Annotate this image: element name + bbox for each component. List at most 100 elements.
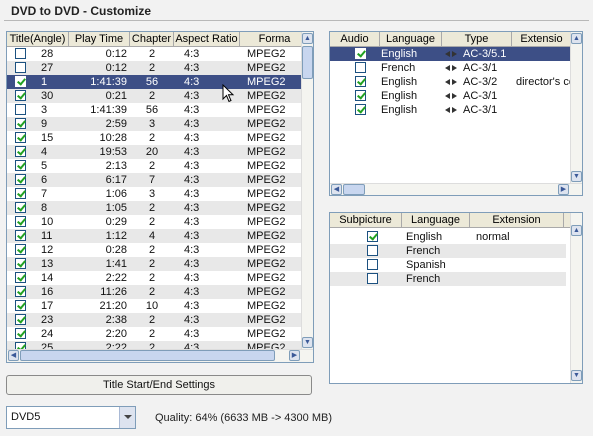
audio-horizontal-scrollbar[interactable]: ◀ ▶: [330, 183, 582, 195]
title-checkbox[interactable]: [15, 188, 26, 199]
title-checkbox[interactable]: [15, 90, 26, 101]
table-row[interactable]: English normal: [330, 230, 566, 244]
title-checkbox[interactable]: [15, 160, 26, 171]
table-row[interactable]: English AC-3/1: [330, 89, 570, 103]
arrow-left-icon[interactable]: ◀: [8, 350, 19, 361]
column-header[interactable]: Subpicture: [330, 213, 402, 227]
table-row[interactable]: 24 2:20 2 4:3 MPEG2: [7, 327, 301, 341]
column-header[interactable]: Extensio: [512, 32, 572, 46]
table-row[interactable]: 7 1:06 3 4:3 MPEG2: [7, 187, 301, 201]
column-header[interactable]: Language: [380, 32, 442, 46]
arrow-down-icon[interactable]: ▼: [302, 337, 313, 348]
table-row[interactable]: 4 19:53 20 4:3 MPEG2: [7, 145, 301, 159]
table-row[interactable]: 15 10:28 2 4:3 MPEG2: [7, 131, 301, 145]
table-row[interactable]: Spanish: [330, 258, 566, 272]
table-row[interactable]: English AC-3/2 director's co: [330, 75, 570, 89]
table-row[interactable]: 14 2:22 2 4:3 MPEG2: [7, 271, 301, 285]
audio-hscroll-thumb[interactable]: [343, 184, 365, 195]
titles-scroll-thumb[interactable]: [302, 46, 313, 79]
title-checkbox[interactable]: [15, 62, 26, 73]
titles-vertical-scrollbar[interactable]: ▲ ▼: [301, 32, 313, 350]
table-row[interactable]: 6 6:17 7 4:3 MPEG2: [7, 173, 301, 187]
title-checkbox[interactable]: [15, 328, 26, 339]
subpicture-table[interactable]: Subpicture Language Extension English norma…: [329, 212, 583, 384]
arrow-up-icon[interactable]: ▲: [571, 225, 582, 236]
table-row[interactable]: French AC-3/1: [330, 61, 570, 75]
arrow-right-icon[interactable]: ▶: [558, 184, 569, 195]
table-row[interactable]: 28 0:12 2 4:3 MPEG2: [7, 47, 301, 61]
title-checkbox[interactable]: [15, 300, 26, 311]
arrow-right-icon[interactable]: ▶: [289, 350, 300, 361]
title-checkbox[interactable]: [15, 118, 26, 129]
column-header[interactable]: Extension: [470, 213, 564, 227]
title-checkbox[interactable]: [15, 146, 26, 157]
table-row[interactable]: 17 21:20 10 4:3 MPEG2: [7, 299, 301, 313]
table-row[interactable]: 10 0:29 2 4:3 MPEG2: [7, 215, 301, 229]
subpicture-vertical-scrollbar[interactable]: ▲ ▼: [570, 213, 582, 383]
table-row[interactable]: 3 1:41:39 56 4:3 MPEG2: [7, 103, 301, 117]
titles-table[interactable]: Title(Angle) Play Time Chapter Aspect Ratio…: [6, 31, 314, 363]
title-checkbox[interactable]: [15, 244, 26, 255]
title-checkbox[interactable]: [15, 76, 26, 87]
title-checkbox[interactable]: [15, 258, 26, 269]
target-size-select[interactable]: DVD5: [6, 406, 136, 429]
column-header[interactable]: Language: [402, 213, 470, 227]
column-header[interactable]: Type: [442, 32, 512, 46]
titles-horizontal-scrollbar[interactable]: ◀ ▶: [7, 349, 313, 362]
table-row[interactable]: English AC-3/1: [330, 103, 570, 117]
column-header[interactable]: Play Time: [69, 32, 130, 46]
chevron-down-icon[interactable]: [119, 407, 135, 428]
table-row[interactable]: 12 0:28 2 4:3 MPEG2: [7, 243, 301, 257]
subpicture-checkbox[interactable]: [367, 273, 378, 284]
arrow-up-icon[interactable]: ▲: [571, 33, 582, 44]
aspect-ratio: 4:3: [184, 216, 200, 228]
title-checkbox[interactable]: [15, 174, 26, 185]
play-time: 2:22: [105, 272, 127, 284]
title-start-end-settings-button[interactable]: Title Start/End Settings: [6, 375, 312, 395]
table-row[interactable]: French: [330, 272, 566, 286]
table-row[interactable]: 1 1:41:39 56 4:3 MPEG2: [7, 75, 301, 89]
title-checkbox[interactable]: [15, 286, 26, 297]
audio-language: English: [381, 90, 418, 102]
audio-vertical-scrollbar[interactable]: ▲ ▼: [570, 32, 582, 183]
title-checkbox[interactable]: [15, 314, 26, 325]
table-row[interactable]: 8 1:05 2 4:3 MPEG2: [7, 201, 301, 215]
audio-checkbox[interactable]: [355, 90, 366, 101]
title-checkbox[interactable]: [15, 230, 26, 241]
arrow-up-icon[interactable]: ▲: [302, 33, 313, 44]
titles-hscroll-thumb[interactable]: [20, 350, 275, 361]
arrow-left-icon[interactable]: ◀: [331, 184, 342, 195]
table-row[interactable]: 16 11:26 2 4:3 MPEG2: [7, 285, 301, 299]
table-row[interactable]: 30 0:21 2 4:3 MPEG2: [7, 89, 301, 103]
subpicture-checkbox[interactable]: [367, 231, 378, 242]
column-header[interactable]: Title(Angle): [7, 32, 69, 46]
title-checkbox[interactable]: [15, 216, 26, 227]
audio-checkbox[interactable]: [355, 76, 366, 87]
subpicture-checkbox[interactable]: [367, 245, 378, 256]
title-checkbox[interactable]: [15, 272, 26, 283]
audio-table[interactable]: Audio Language Type Extensio English AC-3/5.…: [329, 31, 583, 196]
table-row[interactable]: 5 2:13 2 4:3 MPEG2: [7, 159, 301, 173]
audio-checkbox[interactable]: [355, 48, 366, 59]
column-header[interactable]: Chapter: [130, 32, 174, 46]
title-checkbox[interactable]: [15, 202, 26, 213]
table-row[interactable]: French: [330, 244, 566, 258]
table-row[interactable]: English AC-3/5.1: [330, 47, 570, 61]
audio-checkbox[interactable]: [355, 104, 366, 115]
title-checkbox[interactable]: [15, 132, 26, 143]
title-checkbox[interactable]: [15, 48, 26, 59]
title-checkbox[interactable]: [15, 104, 26, 115]
audio-checkbox[interactable]: [355, 62, 366, 73]
table-row[interactable]: 9 2:59 3 4:3 MPEG2: [7, 117, 301, 131]
table-row[interactable]: 23 2:38 2 4:3 MPEG2: [7, 313, 301, 327]
column-header[interactable]: Audio: [330, 32, 380, 46]
column-header[interactable]: Forma: [240, 32, 310, 46]
arrow-down-icon[interactable]: ▼: [571, 370, 582, 381]
arrow-down-icon[interactable]: ▼: [571, 171, 582, 182]
column-header[interactable]: Aspect Ratio: [174, 32, 240, 46]
table-row[interactable]: 11 1:12 4 4:3 MPEG2: [7, 229, 301, 243]
table-row[interactable]: 27 0:12 2 4:3 MPEG2: [7, 61, 301, 75]
subpicture-checkbox[interactable]: [367, 259, 378, 270]
title-number: 5: [41, 160, 48, 172]
table-row[interactable]: 13 1:41 2 4:3 MPEG2: [7, 257, 301, 271]
